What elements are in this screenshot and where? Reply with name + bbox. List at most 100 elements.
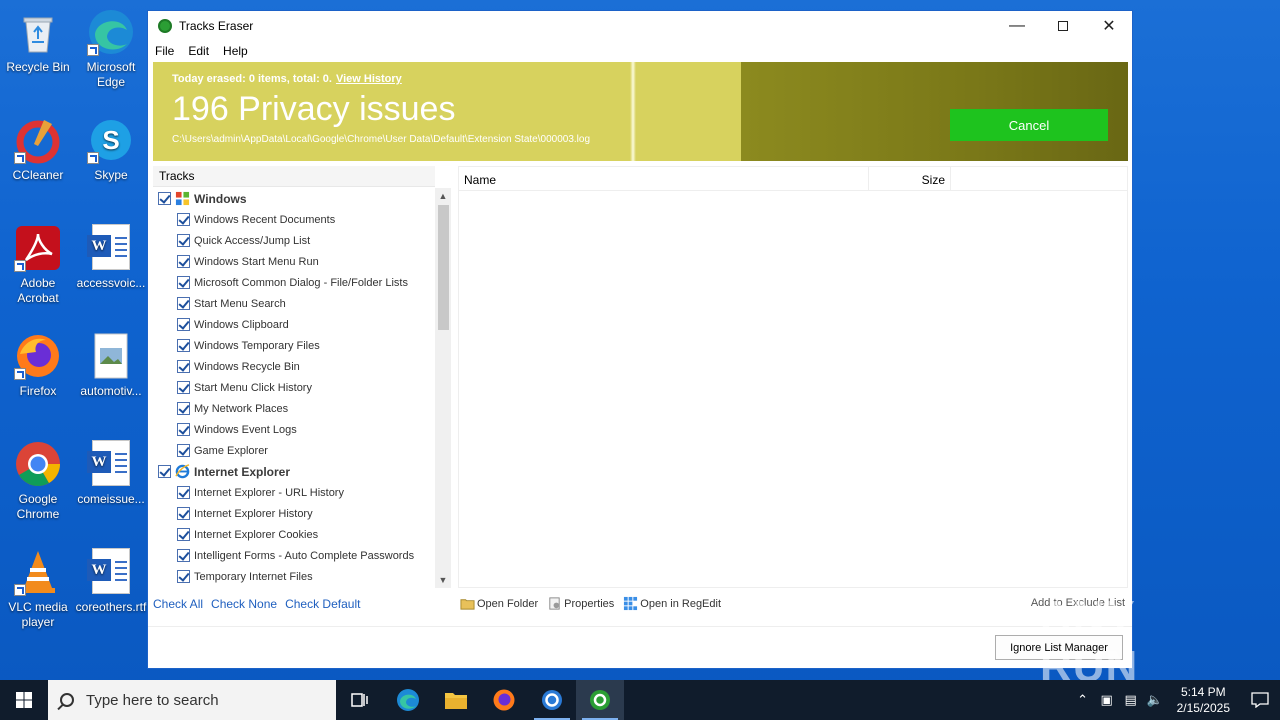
taskbar-search[interactable]: Type here to search (48, 680, 336, 720)
checkbox[interactable] (177, 255, 190, 268)
scroll-down-icon[interactable]: ▼ (435, 572, 451, 588)
security-icon[interactable]: ▣ (1095, 692, 1119, 708)
tree-item[interactable]: Internet Explorer History (153, 503, 449, 524)
check-default-link[interactable]: Check Default (285, 597, 360, 611)
open-folder-button[interactable]: Open Folder (460, 596, 538, 611)
taskbar-file-explorer[interactable] (432, 680, 480, 720)
tree-item[interactable]: Windows Temporary Files (153, 335, 449, 356)
chevron-up-icon[interactable]: ⌃ (1071, 692, 1095, 708)
checkbox[interactable] (177, 234, 190, 247)
checkbox[interactable] (177, 381, 190, 394)
checkbox[interactable] (177, 360, 190, 373)
checkbox[interactable] (177, 486, 190, 499)
volume-icon[interactable]: 🔈 (1143, 692, 1167, 708)
task-view-button[interactable] (336, 680, 384, 720)
column-name[interactable]: Name (459, 167, 869, 190)
desktop-icon-firefox[interactable]: Firefox (0, 332, 76, 399)
menu-help[interactable]: Help (223, 44, 248, 58)
checkbox[interactable] (177, 339, 190, 352)
ccleaner-icon (542, 690, 562, 710)
desktop-icon-edge[interactable]: Microsoft Edge (73, 8, 149, 90)
chrome-icon (14, 440, 62, 488)
tree-group-windows[interactable]: Windows (153, 188, 449, 209)
scroll-thumb[interactable] (438, 205, 449, 330)
desktop-icon-label: Microsoft Edge (86, 60, 136, 89)
checkbox[interactable] (177, 444, 190, 457)
desktop-icon-comeissue[interactable]: W comeissue... (73, 440, 149, 507)
tree-item[interactable]: Game Explorer (153, 440, 449, 461)
tree-item[interactable]: Internet Explorer Cookies (153, 524, 449, 545)
desktop-icon-label: comeissue... (77, 492, 145, 506)
desktop-icon-vlc[interactable]: VLC media player (0, 548, 76, 630)
tree-item[interactable]: Internet Explorer - URL History (153, 482, 449, 503)
internet-explorer-icon (175, 464, 190, 479)
checkbox[interactable] (177, 528, 190, 541)
check-none-link[interactable]: Check None (211, 597, 277, 611)
anyrun-watermark: ANY RUN (1040, 592, 1139, 691)
tree-item[interactable]: My Network Places (153, 398, 449, 419)
desktop-icon-accessvoic[interactable]: W accessvoic... (73, 224, 149, 291)
word-document-icon: W (87, 224, 135, 272)
scroll-up-icon[interactable]: ▲ (435, 188, 451, 204)
tree-item[interactable]: Windows Recycle Bin (153, 356, 449, 377)
privacy-issues-count: 196 Privacy issues (172, 90, 456, 128)
close-button[interactable]: ✕ (1086, 11, 1132, 41)
tree-item[interactable]: Start Menu Click History (153, 377, 449, 398)
tree-item[interactable]: Microsoft Common Dialog - File/Folder Li… (153, 272, 449, 293)
checkbox[interactable] (177, 318, 190, 331)
checkbox[interactable] (177, 507, 190, 520)
taskbar-tracks-eraser[interactable] (576, 680, 624, 720)
tree-item[interactable]: Windows Recent Documents (153, 209, 449, 230)
tree-item[interactable]: Windows Start Menu Run (153, 251, 449, 272)
column-size[interactable]: Size (869, 167, 951, 190)
desktop-icon-chrome[interactable]: Google Chrome (0, 440, 76, 522)
checkbox[interactable] (177, 423, 190, 436)
desktop-icon-ccleaner[interactable]: CCleaner (0, 116, 76, 183)
desktop-icon-recycle-bin[interactable]: Recycle Bin (0, 8, 76, 75)
tree-item[interactable]: Intelligent Forms - Auto Complete Passwo… (153, 545, 449, 566)
title-bar[interactable]: Tracks Eraser — ✕ (148, 11, 1132, 41)
taskbar-ccleaner[interactable] (528, 680, 576, 720)
clock[interactable]: 5:14 PM 2/15/2025 (1177, 684, 1230, 716)
cancel-button[interactable]: Cancel (950, 109, 1108, 141)
desktop-icon-acrobat[interactable]: Adobe Acrobat (0, 224, 76, 306)
minimize-button[interactable]: — (994, 11, 1040, 41)
desktop-icon-skype[interactable]: S Skype (73, 116, 149, 183)
view-history-link[interactable]: View History (336, 73, 402, 85)
tree-item[interactable]: Start Menu Search (153, 293, 449, 314)
network-icon[interactable]: ▤ (1119, 692, 1143, 708)
system-tray: ⌃ ▣ ▤ 🔈 5:14 PM 2/15/2025 (1071, 680, 1280, 720)
checkbox[interactable] (158, 465, 171, 478)
desktop-icon-automotiv[interactable]: automotiv... (73, 332, 149, 399)
tree-item[interactable]: Temporary Internet Files (153, 566, 449, 587)
notifications-button[interactable] (1240, 680, 1280, 720)
properties-button[interactable]: Properties (547, 596, 614, 611)
maximize-button[interactable] (1040, 11, 1086, 41)
tracks-tree[interactable]: Windows Windows Recent Documents Quick A… (153, 188, 449, 588)
checkbox[interactable] (177, 549, 190, 562)
checkbox[interactable] (177, 570, 190, 583)
desktop-icon-label: coreothers.rtf (75, 600, 147, 614)
check-all-link[interactable]: Check All (153, 597, 203, 611)
tree-item[interactable]: Quick Access/Jump List (153, 230, 449, 251)
tree-item[interactable]: Windows Event Logs (153, 419, 449, 440)
files-list[interactable]: Name Size (458, 166, 1128, 588)
checkbox[interactable] (177, 213, 190, 226)
checkbox[interactable] (158, 192, 171, 205)
word-document-icon: W (87, 548, 135, 596)
menu-edit[interactable]: Edit (188, 44, 209, 58)
checkbox[interactable] (177, 276, 190, 289)
taskbar-edge[interactable] (384, 680, 432, 720)
checkbox[interactable] (177, 402, 190, 415)
menu-file[interactable]: File (155, 44, 174, 58)
tree-group-internet-explorer[interactable]: Internet Explorer (153, 461, 449, 482)
tracks-eraser-window: Tracks Eraser — ✕ File Edit Help Today e… (147, 10, 1133, 669)
open-regedit-button[interactable]: Open in RegEdit (623, 596, 721, 611)
start-button[interactable] (0, 680, 48, 720)
taskbar-firefox[interactable] (480, 680, 528, 720)
tracks-scrollbar[interactable]: ▲ ▼ (435, 188, 451, 588)
list-header: Name Size (459, 167, 1127, 191)
tree-item[interactable]: Windows Clipboard (153, 314, 449, 335)
checkbox[interactable] (177, 297, 190, 310)
desktop-icon-coreothers[interactable]: W coreothers.rtf (73, 548, 149, 615)
